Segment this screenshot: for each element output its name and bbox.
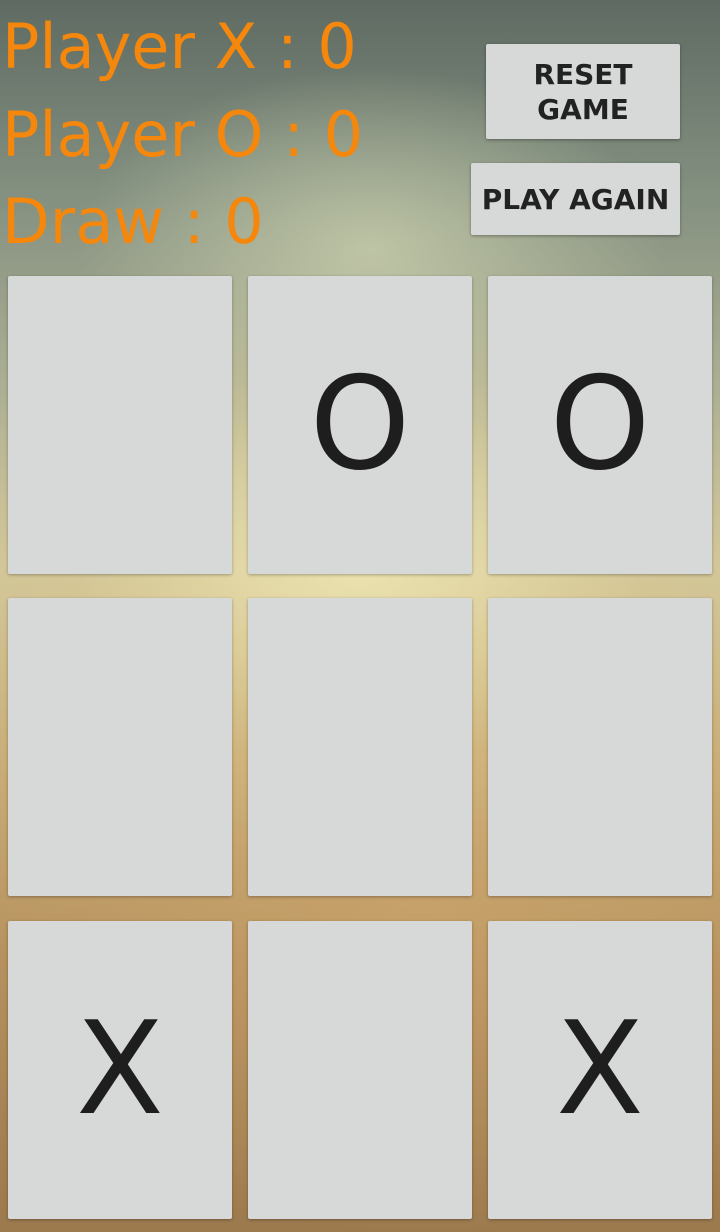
board-cell-2-2[interactable]: [248, 598, 472, 896]
board-cell-1-3[interactable]: O: [488, 276, 712, 574]
reset-game-button[interactable]: RESET GAME: [486, 44, 680, 139]
board-cell-3-2[interactable]: [248, 921, 472, 1219]
player-x-score: Player X : 0: [2, 10, 357, 83]
board-cell-2-3[interactable]: [488, 598, 712, 896]
board-cell-2-1[interactable]: [8, 598, 232, 896]
play-again-button[interactable]: PLAY AGAIN: [471, 163, 680, 235]
board-cell-1-1[interactable]: [8, 276, 232, 574]
cell-mark: X: [76, 995, 164, 1144]
board-cell-3-1[interactable]: X: [8, 921, 232, 1219]
cell-mark: O: [309, 350, 411, 499]
draw-score: Draw : 0: [2, 185, 264, 258]
board-cell-3-3[interactable]: X: [488, 921, 712, 1219]
player-o-score: Player O : 0: [2, 98, 364, 171]
cell-mark: O: [549, 350, 651, 499]
cell-mark: X: [556, 995, 644, 1144]
board-cell-1-2[interactable]: O: [248, 276, 472, 574]
